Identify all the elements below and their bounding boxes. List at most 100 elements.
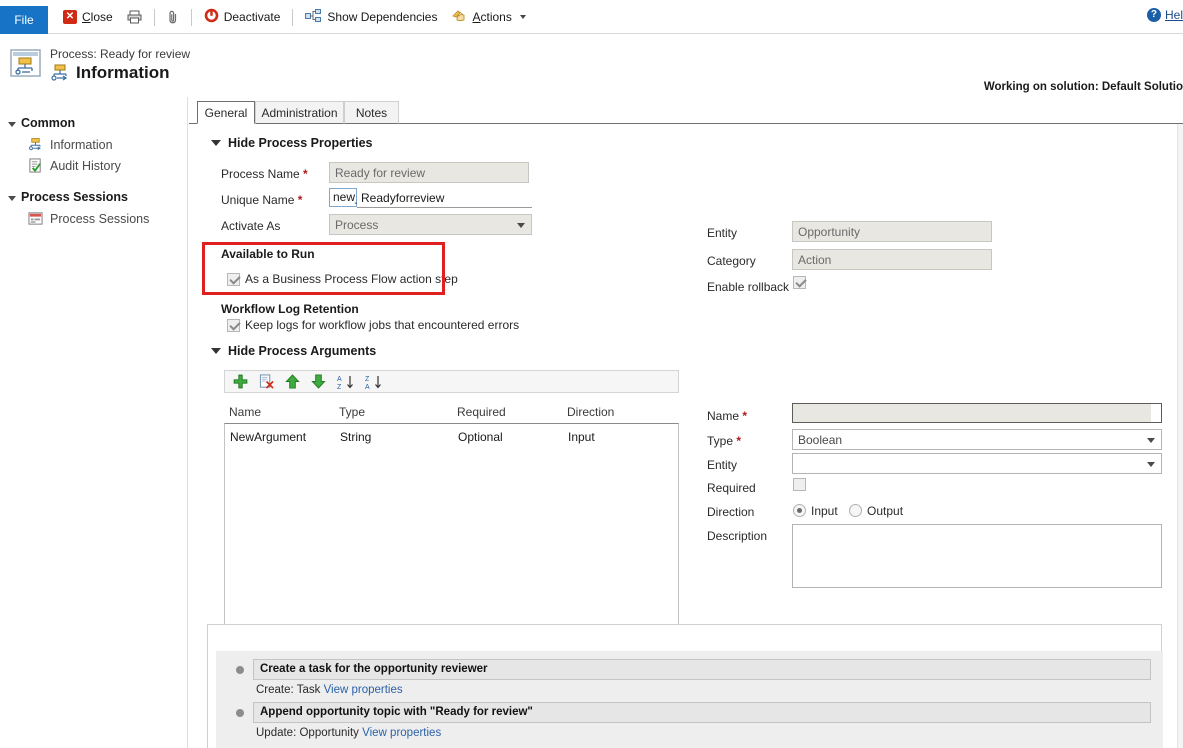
activate-as-select[interactable]: Process xyxy=(329,214,532,235)
main-content: General Administration Notes Hide Proces… xyxy=(189,97,1183,748)
step-title[interactable]: Create a task for the opportunity review… xyxy=(253,659,1151,680)
table-row[interactable]: NewArgument String Optional Input xyxy=(225,424,680,448)
arg-name-label-text: Name xyxy=(707,409,739,423)
close-button[interactable]: ✕ Close xyxy=(56,0,120,34)
chevron-down-icon xyxy=(517,223,525,228)
close-icon: ✕ xyxy=(63,10,77,24)
plus-icon[interactable] xyxy=(233,374,249,390)
entity-input[interactable]: Opportunity xyxy=(792,221,992,242)
crm-process-form-window: File ✕ Close xyxy=(0,0,1183,748)
direction-input-label: Input xyxy=(811,504,838,518)
arguments-toolbar: A Z Z A xyxy=(224,370,679,393)
unique-name-input[interactable]: Readyforreview xyxy=(357,188,532,208)
process-name-value: Ready for review xyxy=(335,166,425,180)
arg-type-select[interactable]: Boolean xyxy=(792,429,1162,450)
tab-administration[interactable]: Administration xyxy=(255,101,344,124)
arg-direction-label: Direction xyxy=(707,505,754,519)
column-header-direction[interactable]: Direction xyxy=(567,405,614,419)
process-record-icon xyxy=(10,47,42,79)
keep-logs-checkbox[interactable] xyxy=(227,319,240,332)
direction-input-radio[interactable] xyxy=(793,504,806,517)
step-title[interactable]: Append opportunity topic with "Ready for… xyxy=(253,702,1151,723)
arg-type-value: Boolean xyxy=(798,433,842,447)
arg-required-checkbox[interactable] xyxy=(793,478,806,491)
deactivate-button[interactable]: Deactivate xyxy=(197,0,288,34)
process-name-label-text: Process Name xyxy=(221,167,300,181)
chevron-down-icon xyxy=(8,196,16,201)
tab-general-label: General xyxy=(205,106,248,120)
enable-rollback-label: Enable rollback xyxy=(707,280,789,294)
arg-required-label: Required xyxy=(707,481,756,495)
actions-button[interactable]: Actions xyxy=(444,0,532,34)
file-menu-button[interactable]: File xyxy=(0,6,48,34)
arg-entity-select[interactable] xyxy=(792,453,1162,474)
print-button[interactable] xyxy=(120,0,149,34)
command-separator xyxy=(191,9,192,26)
chevron-down-icon xyxy=(1147,438,1155,443)
category-value: Action xyxy=(798,253,831,267)
column-header-type[interactable]: Type xyxy=(339,405,365,419)
process-name-input[interactable]: Ready for review xyxy=(329,162,529,183)
record-header: Process: Ready for review Information Wo… xyxy=(0,35,1183,97)
category-label: Category xyxy=(707,254,756,268)
column-header-required[interactable]: Required xyxy=(457,405,506,419)
activate-as-label: Activate As xyxy=(221,219,280,233)
delete-icon[interactable] xyxy=(259,374,275,390)
form-scroll-area: Hide Process Properties Process Name * R… xyxy=(189,124,1177,748)
tab-notes[interactable]: Notes xyxy=(344,101,399,124)
sessions-icon xyxy=(28,211,43,226)
step-meta: Create: Task View properties xyxy=(256,684,403,696)
deactivate-icon xyxy=(204,8,219,26)
sidebar-item-process-sessions[interactable]: Process Sessions xyxy=(0,208,188,229)
arg-description-textarea[interactable] xyxy=(792,524,1162,588)
step-target-label: Task xyxy=(297,684,321,696)
sidebar-group-process-sessions-label: Process Sessions xyxy=(21,190,128,204)
section-process-arguments-toggle[interactable]: Hide Process Arguments xyxy=(211,344,376,358)
sidebar-group-common[interactable]: Common xyxy=(0,112,188,134)
bpf-action-step-checkbox[interactable] xyxy=(227,273,240,286)
sidebar-item-audit-history[interactable]: Audit History xyxy=(0,155,188,176)
arrow-down-icon[interactable] xyxy=(311,374,327,390)
tab-administration-label: Administration xyxy=(261,106,337,120)
unique-name-value: Readyforreview xyxy=(361,191,444,205)
arrow-up-icon[interactable] xyxy=(285,374,301,390)
svg-text:Z: Z xyxy=(337,384,342,390)
list-item[interactable]: Append opportunity topic with "Ready for… xyxy=(216,702,1163,742)
sidebar-item-information-label: Information xyxy=(50,138,113,152)
enable-rollback-checkbox[interactable] xyxy=(793,276,806,289)
help-link[interactable]: ? Hel xyxy=(1147,8,1183,22)
unique-name-prefix-input[interactable]: new_ xyxy=(329,188,357,207)
view-properties-link[interactable]: View properties xyxy=(324,684,403,696)
chevron-down-icon xyxy=(211,348,221,354)
show-dependencies-button[interactable]: Show Dependencies xyxy=(298,0,444,34)
audit-icon xyxy=(28,158,43,173)
direction-output-radio[interactable] xyxy=(849,504,862,517)
arg-type-label: Type * xyxy=(707,434,741,448)
sort-az-icon[interactable]: A Z xyxy=(337,374,355,390)
step-action-label: Create: xyxy=(256,684,294,696)
tab-general[interactable]: General xyxy=(197,101,255,124)
unique-name-label: Unique Name * xyxy=(221,193,302,207)
sort-za-icon[interactable]: Z A xyxy=(365,374,383,390)
workflow-log-retention-label: Workflow Log Retention xyxy=(221,302,359,316)
section-process-properties-label: Hide Process Properties xyxy=(228,136,373,150)
help-link-label: Hel xyxy=(1165,8,1183,22)
file-menu-label: File xyxy=(14,13,33,27)
list-item[interactable]: Create a task for the opportunity review… xyxy=(216,659,1163,699)
section-process-arguments-label: Hide Process Arguments xyxy=(228,344,376,358)
vertical-scrollbar[interactable] xyxy=(1177,124,1183,748)
attachment-button[interactable] xyxy=(160,0,186,34)
arg-entity-label: Entity xyxy=(707,458,737,472)
chevron-down-icon xyxy=(520,15,526,19)
section-process-properties-toggle[interactable]: Hide Process Properties xyxy=(211,136,373,150)
category-input[interactable]: Action xyxy=(792,249,992,270)
arg-name-input[interactable] xyxy=(792,403,1162,423)
svg-text:A: A xyxy=(365,384,370,390)
chevron-down-icon xyxy=(1147,462,1155,467)
sidebar-group-process-sessions[interactable]: Process Sessions xyxy=(0,186,188,208)
required-indicator: * xyxy=(303,167,308,181)
required-indicator: * xyxy=(298,193,303,207)
sidebar-item-information[interactable]: Information xyxy=(0,134,188,155)
direction-output-label: Output xyxy=(867,504,903,518)
view-properties-link[interactable]: View properties xyxy=(362,727,441,739)
